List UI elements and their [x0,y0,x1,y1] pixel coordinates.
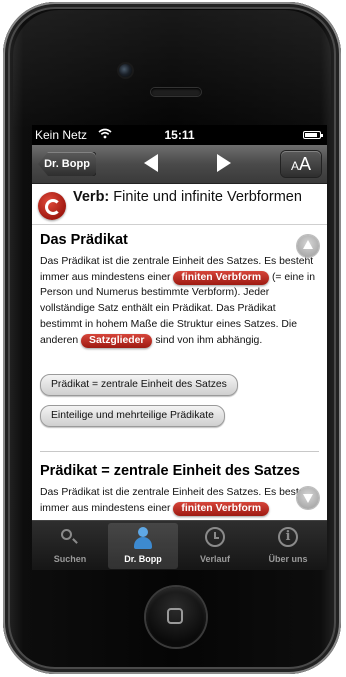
font-size-big-label: A [299,154,312,174]
chapter-header: Verb: Finite und infinite Verbformen [32,184,327,225]
battery-icon [303,131,323,139]
tab-label: Über uns [268,554,308,564]
status-time: 15:11 [164,128,195,142]
link-finiten-verbform[interactable]: finiten Verbform [173,270,270,285]
chapter-title-bold: Verb: [73,189,110,205]
chapter-title: Verb: Finite und infinite Verbformen [73,189,302,205]
tab-label: Dr. Bopp [124,554,162,564]
chapter-title-rest: Finite und infinite Verbformen [113,189,302,205]
font-size-button[interactable]: AA [281,151,321,177]
status-bar: Kein Netz 15:11 [32,125,327,145]
scroll-up-button[interactable] [297,235,319,257]
link-finiten-verbform[interactable]: finiten Verbform [173,501,270,516]
section-das-praedikat: Das Prädikat Das Prädikat ist die zentra… [40,232,320,348]
front-camera [119,64,132,77]
section-paragraph: Das Prädikat ist die zentrale Einheit de… [40,485,320,516]
triangle-right-icon[interactable] [217,154,231,172]
tab-label: Suchen [53,554,87,564]
link-satzglieder[interactable]: Satzglieder [81,333,153,348]
paragraph-text: sind von ihm abhängig. [155,334,263,346]
tab-bar: Suchen Dr. Bopp Verlauf i Über uns [32,520,327,570]
earpiece-speaker [151,88,201,96]
scroll-down-button[interactable] [297,487,319,509]
font-size-small-label: A [290,159,299,173]
back-button[interactable]: Dr. Bopp [38,152,96,176]
navigation-bar: Dr. Bopp AA [32,145,327,184]
section-heading: Das Prädikat [40,232,128,248]
article-content[interactable]: Das Prädikat Das Prädikat ist die zentra… [32,225,327,525]
c-logo-icon [38,192,66,220]
section-zentrale-einheit: Prädikat = zentrale Einheit des Satzes D… [40,463,320,516]
screen: Kein Netz 15:11 Dr. Bopp AA Verb: Finite… [32,125,327,570]
info-icon: i [278,527,298,547]
jump-button-zentrale-einheit[interactable]: Prädikat = zentrale Einheit des Satzes [40,374,238,396]
clock-icon [205,527,225,547]
phone-glare [13,10,331,130]
person-icon [133,527,153,549]
jump-button-einteilige-praedikate[interactable]: Einteilige und mehrteilige Prädikate [40,405,225,427]
search-icon [61,529,72,540]
triangle-left-icon[interactable] [144,154,158,172]
tab-suchen[interactable]: Suchen [35,523,105,569]
section-heading: Prädikat = zentrale Einheit des Satzes [40,463,300,479]
section-paragraph: Das Prädikat ist die zentrale Einheit de… [40,254,320,348]
tab-verlauf[interactable]: Verlauf [180,523,250,569]
section-divider [40,451,319,452]
tab-ueber-uns[interactable]: i Über uns [253,523,323,569]
tab-dr-bopp[interactable]: Dr. Bopp [108,523,178,569]
home-square-icon [167,608,183,624]
tab-label: Verlauf [199,554,230,564]
